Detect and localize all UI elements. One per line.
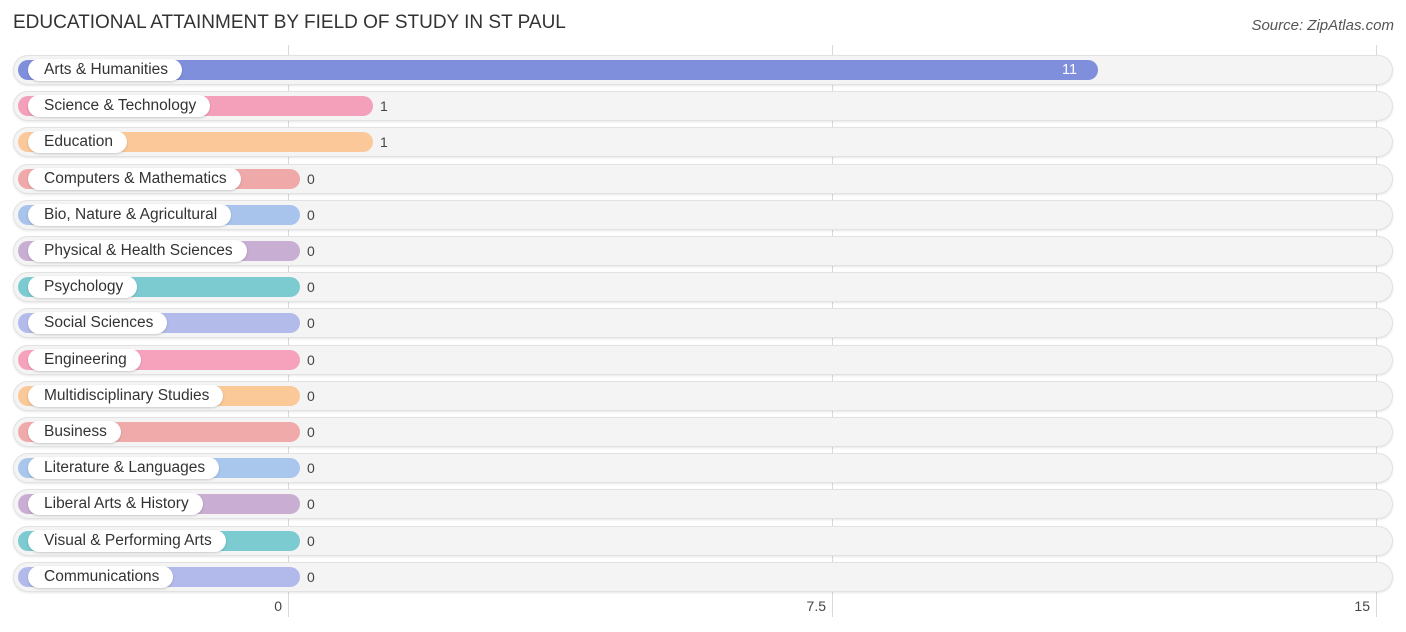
- bar-row: Engineering 0: [13, 345, 1393, 375]
- bar-row: Arts & Humanities 11: [13, 55, 1393, 85]
- x-tick-label: 15: [1354, 598, 1370, 614]
- category-label: Communications: [28, 566, 174, 588]
- bar-row: Bio, Nature & Agricultural 0: [13, 200, 1393, 230]
- bar-row: Psychology 0: [13, 272, 1393, 302]
- value-label: 0: [307, 496, 315, 512]
- value-label: 1: [380, 134, 388, 150]
- source-credit: Source: ZipAtlas.com: [1251, 17, 1394, 34]
- value-label: 0: [307, 315, 315, 331]
- x-tick-label: 0: [274, 598, 282, 614]
- category-label: Multidisciplinary Studies: [28, 385, 224, 407]
- category-label: Social Sciences: [28, 312, 168, 334]
- category-label: Science & Technology: [28, 95, 211, 117]
- value-label: 0: [307, 279, 315, 295]
- value-label: 1: [380, 98, 388, 114]
- bar-row: Physical & Health Sciences 0: [13, 236, 1393, 266]
- value-label: 11: [1062, 62, 1078, 78]
- category-label: Computers & Mathematics: [28, 168, 241, 190]
- bar-row: Computers & Mathematics 0: [13, 164, 1393, 194]
- category-label: Visual & Performing Arts: [28, 530, 226, 552]
- category-label: Psychology: [28, 276, 138, 298]
- value-label: 0: [307, 533, 315, 549]
- bar-row: Education 1: [13, 127, 1393, 157]
- category-label: Business: [28, 421, 121, 443]
- bar-row: Science & Technology 1: [13, 91, 1393, 121]
- bar-row: Multidisciplinary Studies 0: [13, 381, 1393, 411]
- category-label: Engineering: [28, 349, 141, 371]
- bar-row: Literature & Languages 0: [13, 453, 1393, 483]
- category-label: Literature & Languages: [28, 457, 220, 479]
- bar-row: Social Sciences 0: [13, 308, 1393, 338]
- category-label: Physical & Health Sciences: [28, 240, 247, 262]
- category-label: Bio, Nature & Agricultural: [28, 204, 232, 226]
- value-label: 0: [307, 207, 315, 223]
- value-label: 0: [307, 171, 315, 187]
- value-label: 0: [307, 388, 315, 404]
- value-label: 0: [307, 460, 315, 476]
- value-label: 0: [307, 352, 315, 368]
- bar-row: Visual & Performing Arts 0: [13, 526, 1393, 556]
- category-label: Education: [28, 131, 127, 153]
- category-label: Arts & Humanities: [28, 59, 183, 81]
- chart-title: EDUCATIONAL ATTAINMENT BY FIELD OF STUDY…: [13, 12, 566, 33]
- bar-row: Business 0: [13, 417, 1393, 447]
- category-label: Liberal Arts & History: [28, 493, 203, 515]
- value-label: 0: [307, 569, 315, 585]
- x-tick-label: 7.5: [806, 598, 826, 614]
- bar-row: Liberal Arts & History 0: [13, 489, 1393, 519]
- bar-row: Communications 0: [13, 562, 1393, 592]
- value-label: 0: [307, 243, 315, 259]
- value-label: 0: [307, 424, 315, 440]
